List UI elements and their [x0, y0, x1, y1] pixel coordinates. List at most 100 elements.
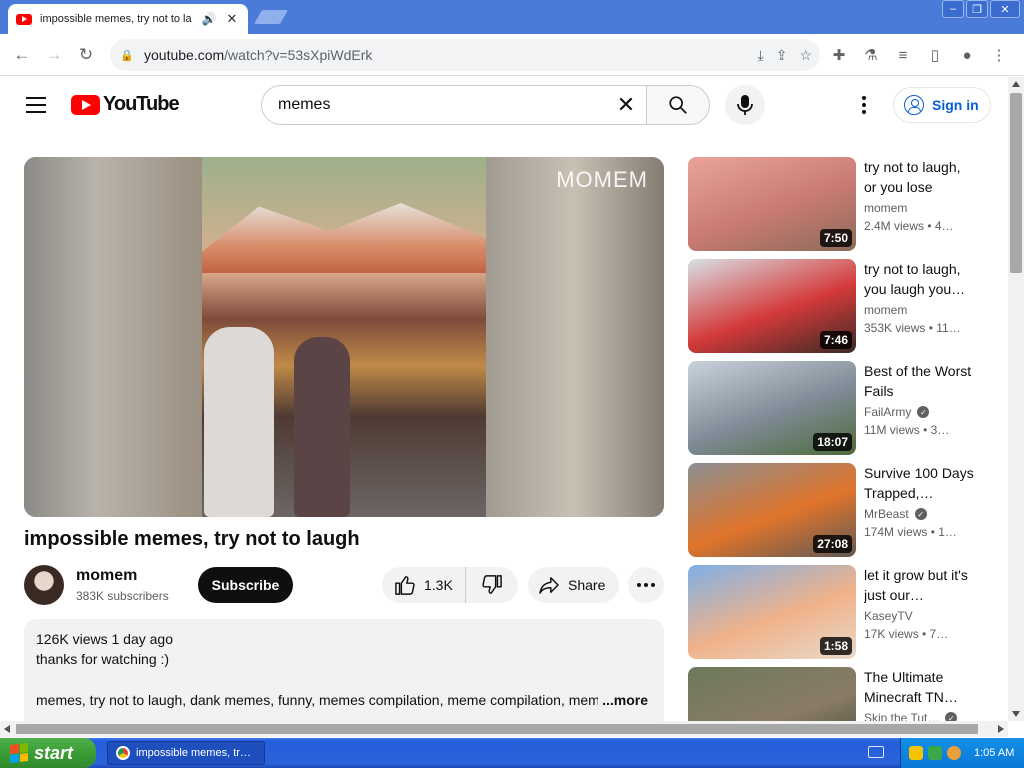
- network-icon[interactable]: [928, 746, 942, 760]
- recommended-video[interactable]: 7:46 try not to laugh, you laugh you… mome…: [688, 259, 988, 353]
- video-duration: 18:07: [813, 433, 852, 451]
- scroll-up-arrow-icon[interactable]: [1012, 81, 1020, 87]
- scroll-left-arrow-icon[interactable]: [4, 725, 10, 733]
- restore-button[interactable]: ❐: [966, 0, 988, 18]
- video-thumbnail[interactable]: 7:46: [688, 259, 856, 353]
- subscriber-count: 383K subscribers: [76, 589, 169, 603]
- youtube-masthead: YouTube ✕ Sign in: [0, 77, 1008, 133]
- back-arrow-icon[interactable]: ←: [6, 39, 38, 71]
- recommended-video[interactable]: 18:07 Best of the Worst Fails FailArmy ✓ 11M…: [688, 361, 988, 455]
- youtube-logo[interactable]: YouTube: [71, 93, 180, 116]
- system-clock: 1:05 AM: [974, 747, 1015, 759]
- recommended-video-title[interactable]: The Ultimate Minecraft TN…: [864, 667, 976, 707]
- video-thumbnail[interactable]: [688, 667, 856, 721]
- recommended-video-title[interactable]: try not to laugh, or you lose: [864, 157, 976, 197]
- video-person-center: [294, 337, 350, 517]
- more-actions-button[interactable]: [628, 567, 664, 603]
- recommended-channel[interactable]: Skip the Tut… ✓: [864, 711, 958, 721]
- media-queue-icon[interactable]: ≡: [892, 47, 914, 64]
- player-blur-right: [484, 157, 664, 517]
- recommended-channel[interactable]: MrBeast ✓: [864, 507, 927, 521]
- video-thumbnail[interactable]: 27:08: [688, 463, 856, 557]
- reload-icon[interactable]: ↻: [70, 39, 102, 71]
- account-circle-icon: [904, 95, 924, 115]
- close-window-button[interactable]: ✕: [990, 0, 1020, 18]
- close-tab-icon[interactable]: ✕: [224, 11, 240, 27]
- vertical-scrollbar[interactable]: [1008, 77, 1024, 721]
- url-host: youtube.com: [144, 47, 225, 63]
- recommended-video-meta: 17K views • 7…: [864, 627, 949, 641]
- search-button[interactable]: [646, 85, 710, 125]
- youtube-wordmark: YouTube: [103, 93, 180, 115]
- video-thumbnail[interactable]: 18:07: [688, 361, 856, 455]
- recommended-channel[interactable]: KaseyTV: [864, 609, 913, 623]
- recommended-video[interactable]: 27:08 Survive 100 Days Trapped,… MrBeast ✓ 1…: [688, 463, 988, 557]
- chrome-menu-icon[interactable]: ⋮: [988, 46, 1010, 64]
- recommended-channel[interactable]: momem: [864, 201, 907, 215]
- recommended-video-title[interactable]: let it grow but it's just our…: [864, 565, 976, 605]
- browser-tab[interactable]: impossible memes, try not to la 🔊 ✕: [8, 4, 248, 34]
- minimize-button[interactable]: –: [942, 0, 964, 18]
- recommended-channel[interactable]: FailArmy ✓: [864, 405, 930, 419]
- profile-icon[interactable]: ●: [956, 47, 978, 64]
- share-page-icon[interactable]: ⇪: [776, 47, 788, 64]
- scroll-right-arrow-icon[interactable]: [998, 725, 1004, 733]
- clear-search-icon[interactable]: ✕: [606, 92, 646, 118]
- security-shield-icon[interactable]: [909, 746, 923, 760]
- settings-kebab-icon[interactable]: [854, 93, 874, 117]
- speaker-icon[interactable]: 🔊: [200, 12, 218, 26]
- taskbar-chrome-window[interactable]: impossible memes, tr…: [107, 741, 265, 765]
- dislike-button[interactable]: [466, 567, 518, 603]
- labs-flask-icon[interactable]: ⚗: [860, 46, 882, 64]
- like-button[interactable]: 1.3K: [382, 567, 466, 603]
- channel-name[interactable]: momem: [76, 567, 137, 585]
- recommended-channel[interactable]: momem: [864, 303, 907, 317]
- chrome-icon: [116, 746, 130, 760]
- start-button[interactable]: start: [0, 738, 96, 768]
- search-box: ✕: [261, 85, 647, 125]
- sign-in-button[interactable]: Sign in: [893, 87, 991, 123]
- subscribe-button[interactable]: Subscribe: [198, 567, 293, 603]
- recommended-video-title[interactable]: try not to laugh, you laugh you…: [864, 259, 976, 299]
- channel-avatar[interactable]: [24, 565, 64, 605]
- forward-arrow-icon[interactable]: →: [38, 39, 70, 71]
- windows-taskbar: start impossible memes, tr… 1:05 AM: [0, 738, 1024, 768]
- screen: impossible memes, try not to la 🔊 ✕ – ❐ …: [0, 0, 1024, 768]
- vertical-scroll-thumb[interactable]: [1010, 93, 1022, 273]
- show-more-link[interactable]: ...more: [598, 692, 648, 708]
- keyboard-layout-icon[interactable]: [868, 746, 884, 758]
- voice-search-button[interactable]: [725, 85, 765, 125]
- recommended-video[interactable]: 1:58 let it grow but it's just our… KaseyT…: [688, 565, 988, 659]
- horizontal-scroll-thumb[interactable]: [16, 724, 978, 734]
- address-bar[interactable]: 🔒 youtube.com/watch?v=53sXpiWdErk ⤓ ⇪ ☆: [110, 39, 820, 71]
- install-app-icon[interactable]: ⤓: [758, 47, 764, 64]
- description-box[interactable]: 126K views 1 day ago thanks for watching…: [24, 619, 664, 729]
- video-player[interactable]: MOMEM: [24, 157, 664, 517]
- recommended-video[interactable]: 7:50 try not to laugh, or you lose momem 2.…: [688, 157, 988, 251]
- new-tab-button[interactable]: [253, 10, 289, 24]
- description-text: thanks for watching :): [36, 651, 170, 667]
- side-panel-icon[interactable]: ▯: [924, 46, 946, 64]
- description-tags: memes, try not to laugh, dank memes, fun…: [36, 692, 652, 708]
- microphone-icon: [737, 95, 753, 115]
- scroll-down-arrow-icon[interactable]: [1012, 711, 1020, 717]
- recommended-channel-name: momem: [864, 303, 908, 317]
- video-thumbnail[interactable]: 1:58: [688, 565, 856, 659]
- video-duration: 7:50: [819, 229, 852, 247]
- search-input[interactable]: [278, 96, 606, 114]
- description-tags-text: memes, try not to laugh, dank memes, fun…: [36, 692, 604, 708]
- extensions-puzzle-icon[interactable]: ✚: [828, 46, 850, 64]
- lock-icon: 🔒: [120, 49, 134, 62]
- share-label: Share: [568, 577, 606, 593]
- hamburger-menu-icon[interactable]: [26, 97, 46, 113]
- video-thumbnail[interactable]: 7:50: [688, 157, 856, 251]
- bookmark-star-icon[interactable]: ☆: [799, 47, 812, 64]
- recommended-video-meta: 174M views • 1…: [864, 525, 957, 539]
- horizontal-scrollbar[interactable]: [0, 721, 1008, 737]
- share-button[interactable]: Share: [528, 567, 619, 603]
- recommended-video-title[interactable]: Best of the Worst Fails: [864, 361, 976, 401]
- search-tray-icon[interactable]: [947, 746, 961, 760]
- recommended-video-meta: 11M views • 3…: [864, 423, 950, 437]
- recommended-video-title[interactable]: Survive 100 Days Trapped,…: [864, 463, 976, 503]
- recommended-video[interactable]: The Ultimate Minecraft TN… Skip the Tut… ✓: [688, 667, 988, 721]
